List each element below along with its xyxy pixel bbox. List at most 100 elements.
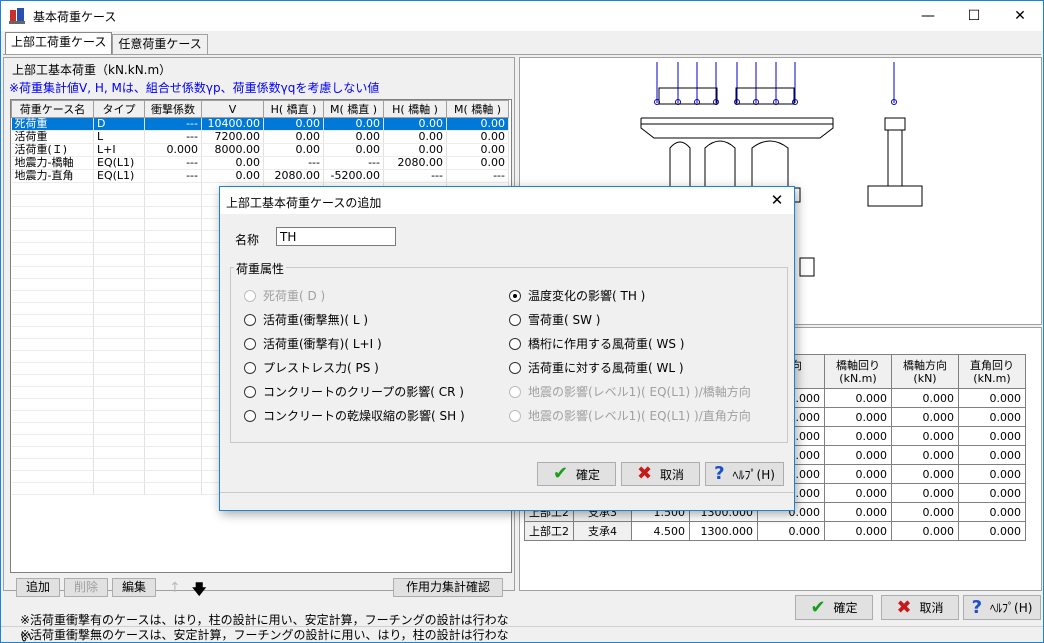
load-grid-header[interactable]: H( 橋直 ) bbox=[263, 100, 324, 118]
table-cell: 7200.00 bbox=[201, 130, 264, 144]
cancel-button[interactable]: ✖ 取消 bbox=[881, 595, 959, 620]
tab-arbitrary-load[interactable]: 任意荷重ケース bbox=[112, 34, 208, 54]
move-down-icon[interactable]: 🡇 bbox=[192, 579, 206, 603]
table-cell: 0.000 bbox=[958, 426, 1026, 446]
help-button[interactable]: ? ﾍﾙﾌﾟ(H) bbox=[963, 595, 1041, 620]
edit-button[interactable]: 編集 bbox=[112, 578, 156, 597]
table-cell: 10400.00 bbox=[201, 117, 264, 131]
radio-icon bbox=[509, 313, 521, 326]
table-cell: 0.000 bbox=[891, 407, 959, 427]
add-button[interactable]: 追加 bbox=[16, 578, 60, 597]
load-grid-header[interactable]: タイプ bbox=[93, 100, 145, 118]
table-cell: D bbox=[93, 117, 145, 131]
dialog-title: 上部工基本荷重ケースの追加 bbox=[226, 196, 382, 210]
table-cell: 0.00 bbox=[263, 143, 324, 157]
radio-label: 雪荷重( SW ) bbox=[528, 313, 601, 327]
table-cell: 0.00 bbox=[446, 130, 509, 144]
table-row[interactable]: 地震力-直角 EQ(L1) --- 0.00 2080.00 -5200.00 --- --- bbox=[11, 169, 509, 183]
tab-superstructure-load[interactable]: 上部工荷重ケース bbox=[5, 32, 113, 54]
table-cell: 0.00 bbox=[446, 156, 509, 170]
table-cell: 0.000 bbox=[891, 445, 959, 465]
table-cell: --- bbox=[383, 169, 447, 183]
table-cell: 0.00 bbox=[446, 117, 509, 131]
table-cell: 0.000 bbox=[824, 388, 892, 408]
load-attribute-radio[interactable]: 活荷重(衝撃有)( L+I ) bbox=[244, 335, 382, 352]
radio-label: 地震の影響(レベル1)( EQ(L1) )/直角方向 bbox=[528, 409, 751, 423]
ok-button[interactable]: ✔ 確定 bbox=[795, 595, 873, 620]
table-cell: --- bbox=[263, 156, 324, 170]
load-grid-header[interactable]: H( 橋軸 ) bbox=[383, 100, 447, 118]
table-cell: 0.00 bbox=[383, 130, 447, 144]
reaction-grid-header: 橋軸回り (kN.m) bbox=[824, 354, 892, 389]
left-pane-title: 上部工基本荷重（kN.kN.m） bbox=[12, 63, 172, 77]
load-note: ※荷重集計値V, H, Mは、組合せ係数γp、荷重係数γqを考慮しない値 bbox=[9, 81, 380, 95]
radio-label: コンクリートの乾燥収縮の影響( SH ) bbox=[263, 409, 465, 423]
check-icon: ✔ bbox=[552, 463, 569, 484]
table-cell: 地震力-直角 bbox=[11, 169, 94, 183]
minimize-button[interactable]: — bbox=[905, 1, 951, 31]
radio-icon bbox=[509, 361, 521, 374]
table-row[interactable]: 活荷重(Ｉ) L+I 0.000 8000.00 0.00 0.00 0.00 0.00 bbox=[11, 143, 509, 157]
load-attribute-radio[interactable]: プレストレス力( PS ) bbox=[244, 359, 379, 376]
delete-button[interactable]: 削除 bbox=[64, 578, 108, 597]
ok-label: 確定 bbox=[833, 601, 858, 615]
table-cell: 0.000 bbox=[958, 483, 1026, 503]
radio-label: コンクリートのクリープの影響( CR ) bbox=[263, 385, 464, 399]
table-cell: --- bbox=[144, 156, 202, 170]
table-row[interactable]: 上部工2 支承4 4.500 1300.000 0.000 0.000 0.000 0.000 bbox=[524, 521, 1026, 541]
name-label: 名称 bbox=[235, 233, 260, 247]
table-cell: -5200.00 bbox=[323, 169, 384, 183]
radio-label: 温度変化の影響( TH ) bbox=[528, 289, 646, 303]
radio-label: 橋桁に作用する風荷重( WS ) bbox=[528, 337, 685, 351]
load-grid-header[interactable]: M( 橋軸 ) bbox=[446, 100, 509, 118]
table-cell: 0.000 bbox=[891, 521, 959, 541]
load-attribute-radio: 地震の影響(レベル1)( EQ(L1) )/直角方向 bbox=[509, 407, 751, 424]
help-label: ﾍﾙﾌﾟ(H) bbox=[990, 601, 1033, 615]
move-up-icon[interactable]: ↑ bbox=[169, 580, 181, 596]
radio-label: 活荷重(衝撃有)( L+I ) bbox=[263, 337, 382, 351]
table-cell: 0.000 bbox=[958, 445, 1026, 465]
dialog-cancel-label: 取消 bbox=[660, 467, 685, 482]
load-grid-header[interactable]: V bbox=[201, 100, 264, 118]
table-cell: 0.00 bbox=[201, 156, 264, 170]
table-cell: 0.00 bbox=[446, 143, 509, 157]
table-row[interactable]: 活荷重 L --- 7200.00 0.00 0.00 0.00 0.00 bbox=[11, 130, 509, 144]
load-attribute-radio[interactable]: 雪荷重( SW ) bbox=[509, 311, 600, 328]
dialog-ok-button[interactable]: ✔ 確定 bbox=[537, 462, 616, 486]
radio-label: 死荷重( D ) bbox=[263, 289, 326, 303]
load-grid-header[interactable]: 衝撃係数 bbox=[144, 100, 202, 118]
table-cell: 0.000 bbox=[958, 464, 1026, 484]
dialog-close-icon[interactable]: ✕ bbox=[766, 191, 788, 209]
reaction-grid-header: 橋軸方向 (kN) bbox=[891, 354, 959, 389]
dialog-title-bar: 上部工基本荷重ケースの追加 ✕ bbox=[220, 187, 794, 214]
x-icon: ✖ bbox=[896, 596, 912, 618]
load-attribute-radio[interactable]: 温度変化の影響( TH ) bbox=[509, 287, 645, 304]
table-cell: 1300.000 bbox=[689, 521, 758, 541]
radio-icon bbox=[509, 337, 521, 350]
table-cell: 0.00 bbox=[201, 169, 264, 183]
name-input[interactable] bbox=[276, 227, 396, 246]
table-cell: 0.00 bbox=[323, 117, 384, 131]
load-attribute-radio[interactable]: コンクリートのクリープの影響( CR ) bbox=[244, 383, 464, 400]
table-cell: 0.000 bbox=[824, 407, 892, 427]
load-attribute-radio[interactable]: コンクリートの乾燥収縮の影響( SH ) bbox=[244, 407, 465, 424]
table-row[interactable]: 死荷重 D --- 10400.00 0.00 0.00 0.00 0.00 bbox=[11, 117, 509, 131]
sum-check-button[interactable]: 作用力集計確認 bbox=[393, 578, 503, 597]
radio-icon bbox=[244, 385, 256, 398]
load-attribute-radio[interactable]: 活荷重(衝撃無)( L ) bbox=[244, 311, 368, 328]
load-attribute-radio[interactable]: 橋桁に作用する風荷重( WS ) bbox=[509, 335, 684, 352]
dialog-cancel-button[interactable]: ✖ 取消 bbox=[621, 462, 700, 486]
table-cell: L bbox=[93, 130, 145, 144]
table-row[interactable]: 地震力-橋軸 EQ(L1) --- 0.00 --- --- 2080.00 0.00 bbox=[11, 156, 509, 170]
load-grid-header[interactable]: 荷重ケース名 bbox=[11, 100, 94, 118]
question-icon: ? bbox=[714, 463, 725, 484]
table-cell: 0.00 bbox=[323, 143, 384, 157]
radio-icon bbox=[244, 289, 256, 302]
load-grid-header[interactable]: M( 橋直 ) bbox=[323, 100, 384, 118]
load-attribute-radio[interactable]: 活荷重に対する風荷重( WL ) bbox=[509, 359, 684, 376]
close-button[interactable]: ✕ bbox=[997, 1, 1043, 31]
table-cell: --- bbox=[446, 169, 509, 183]
dialog-help-button[interactable]: ? ﾍﾙﾌﾟ(H) bbox=[705, 462, 784, 486]
maximize-button[interactable]: ☐ bbox=[951, 1, 997, 31]
add-load-case-dialog: 上部工基本荷重ケースの追加 ✕ 名称 荷重属性 死荷重( D ) 活荷重(衝撃無)… bbox=[219, 186, 795, 511]
